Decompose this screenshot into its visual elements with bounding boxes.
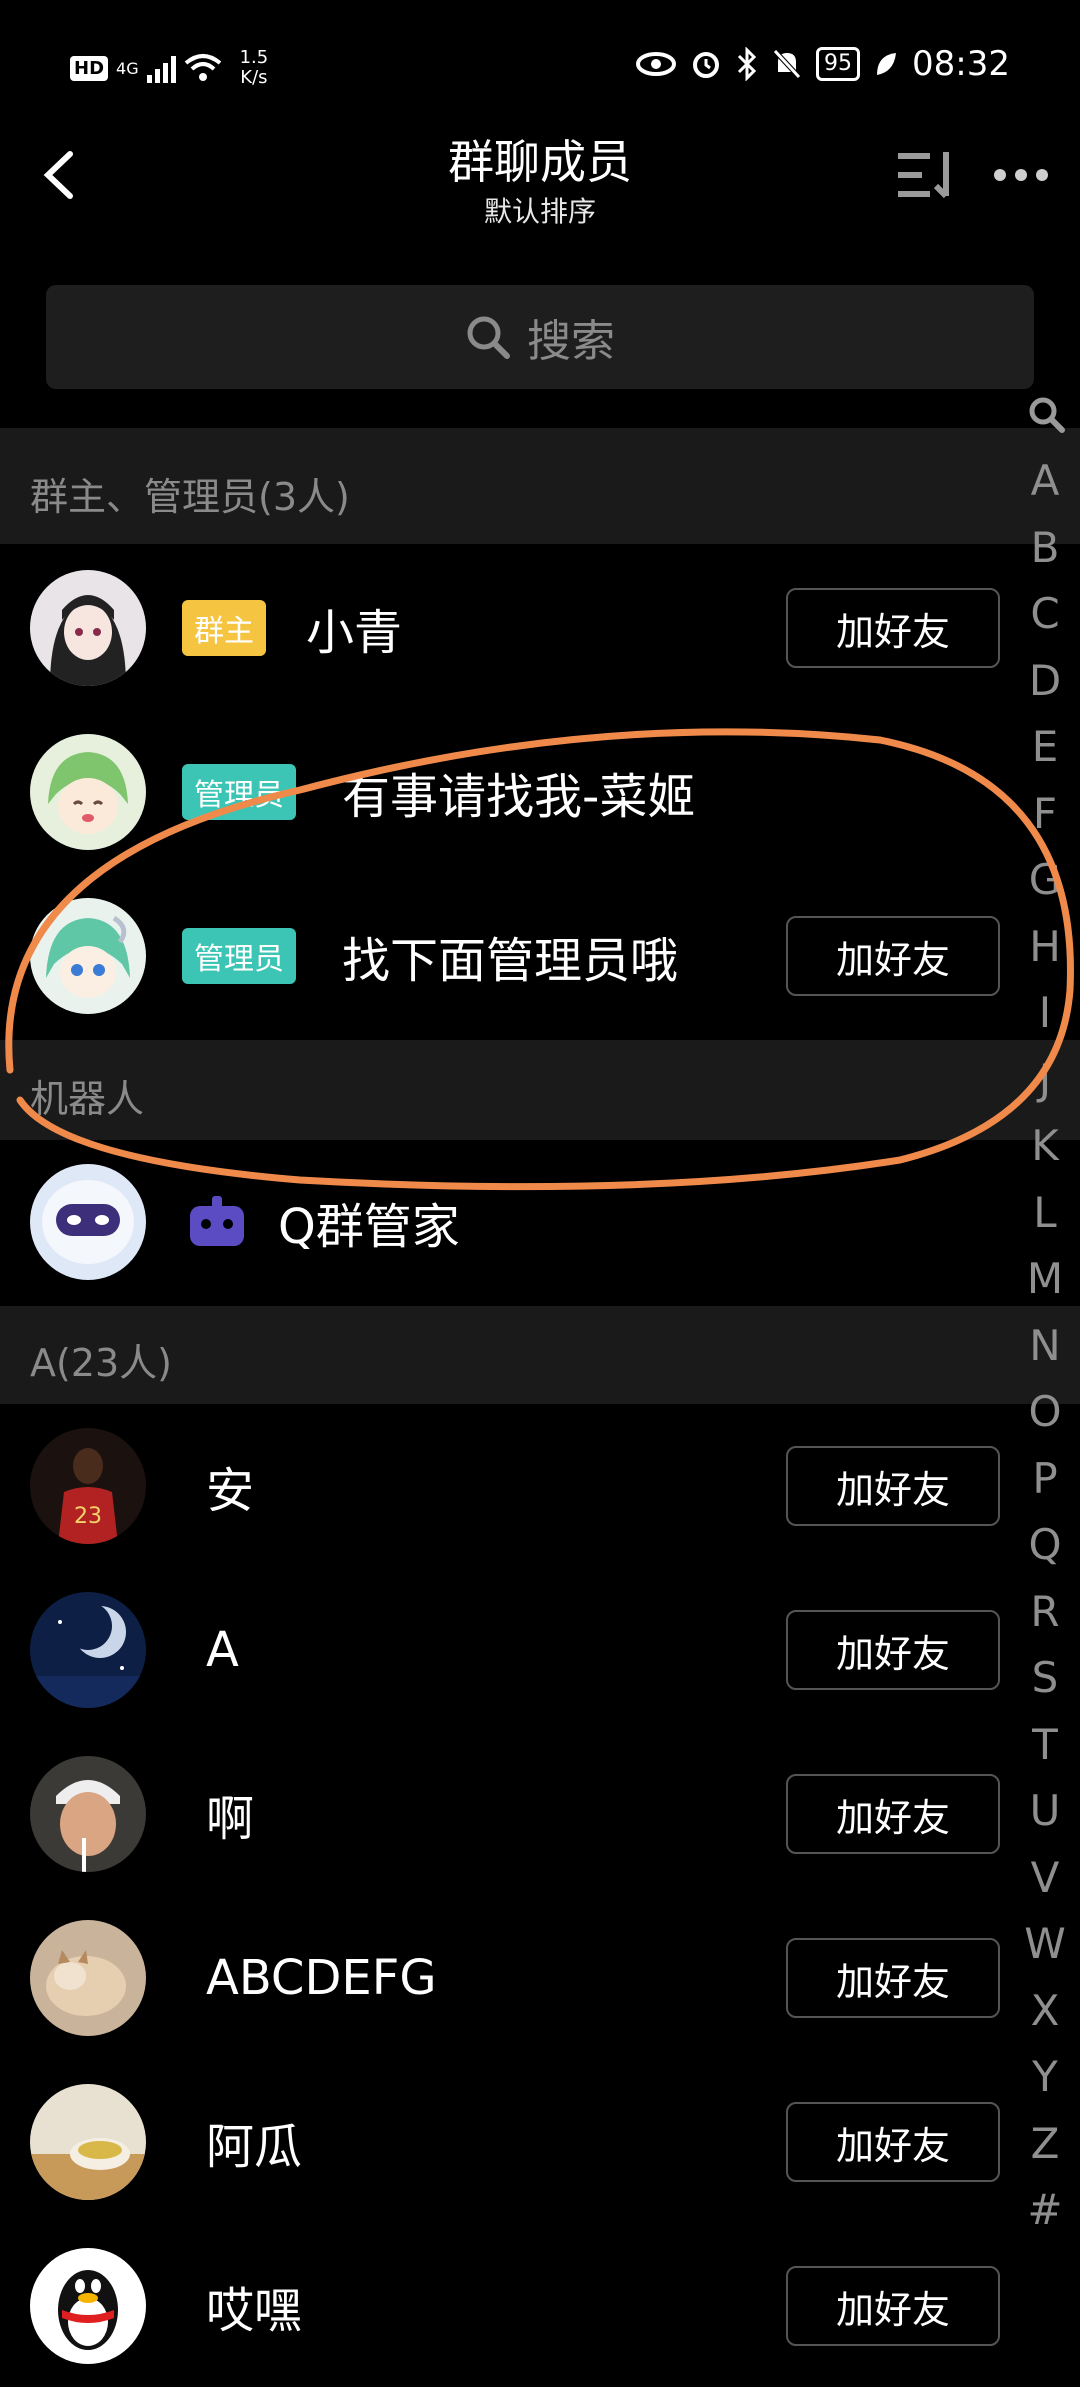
eye-icon: [636, 52, 677, 76]
index-letter[interactable]: C: [1010, 589, 1080, 638]
more-button[interactable]: [992, 160, 1050, 190]
member-row-admin[interactable]: 管理员 有事请找我-菜姬: [0, 712, 1010, 872]
section-header-a: A(23人): [0, 1306, 1080, 1404]
index-letter[interactable]: E: [1010, 722, 1080, 771]
index-letter[interactable]: Z: [1010, 2119, 1080, 2168]
index-search-icon[interactable]: [1026, 394, 1066, 434]
member-row-admin[interactable]: 管理员 找下面管理员哦 加好友: [0, 876, 1010, 1036]
index-letter[interactable]: O: [1010, 1387, 1080, 1436]
add-friend-button[interactable]: 加好友: [786, 916, 1000, 996]
avatar: [30, 898, 146, 1014]
avatar: [30, 570, 146, 686]
index-letter[interactable]: U: [1010, 1786, 1080, 1835]
index-letter[interactable]: K: [1010, 1121, 1080, 1170]
avatar: [30, 2084, 146, 2200]
avatar: [30, 1920, 146, 2036]
member-name: A: [206, 1622, 239, 1678]
add-friend-button[interactable]: 加好友: [786, 1774, 1000, 1854]
add-friend-button[interactable]: 加好友: [786, 588, 1000, 668]
index-letter[interactable]: Y: [1010, 2052, 1080, 2101]
network-speed: 1.5 K/s: [239, 47, 269, 88]
alarm-icon: [693, 52, 720, 78]
svg-text:23: 23: [74, 1504, 102, 1529]
index-letter[interactable]: W: [1010, 1919, 1080, 1968]
index-letter[interactable]: F: [1010, 789, 1080, 838]
add-friend-button[interactable]: 加好友: [786, 1610, 1000, 1690]
search-input[interactable]: 搜索: [46, 285, 1034, 389]
index-letter[interactable]: H: [1010, 922, 1080, 971]
index-letter[interactable]: #: [1010, 2185, 1080, 2234]
index-letter[interactable]: Q: [1010, 1520, 1080, 1569]
section-header-admins: 群主、管理员(3人): [0, 428, 1080, 544]
robot-icon: [190, 1196, 244, 1246]
member-name: 找下面管理员哦: [342, 933, 679, 989]
avatar: [30, 734, 146, 850]
list-item[interactable]: A 加好友: [0, 1570, 1010, 1730]
index-letter[interactable]: P: [1010, 1454, 1080, 1503]
status-bar: HD 4G 1.5 K/s 95 08:32: [0, 0, 1080, 130]
list-item[interactable]: 啊 加好友: [0, 1734, 1010, 1894]
more-icon: [994, 169, 1048, 181]
list-item[interactable]: 阿瓜 加好友: [0, 2062, 1010, 2222]
add-friend-button[interactable]: 加好友: [786, 1446, 1000, 1526]
section-header-bots: 机器人: [0, 1040, 1080, 1140]
index-letter[interactable]: G: [1010, 855, 1080, 904]
index-letter[interactable]: R: [1010, 1587, 1080, 1636]
index-letter[interactable]: A: [1010, 456, 1080, 505]
index-letter[interactable]: S: [1010, 1653, 1080, 1702]
mute-icon: [773, 49, 801, 79]
index-letter[interactable]: B: [1010, 523, 1080, 572]
list-item[interactable]: 23 安 加好友: [0, 1406, 1010, 1566]
index-letter[interactable]: M: [1010, 1254, 1080, 1303]
avatar: [30, 1592, 146, 1708]
avatar: [30, 1164, 146, 1280]
hd-indicator: HD: [70, 55, 109, 81]
member-name: 啊: [206, 1791, 255, 1847]
add-friend-button[interactable]: 加好友: [786, 2266, 1000, 2346]
index-letter[interactable]: T: [1010, 1720, 1080, 1769]
add-friend-button[interactable]: 加好友: [786, 1938, 1000, 2018]
member-name: 有事请找我-菜姬: [342, 769, 696, 825]
avatar: 23: [30, 1428, 146, 1544]
member-name: ABCDEFG: [206, 1950, 437, 2006]
index-letter[interactable]: V: [1010, 1853, 1080, 1902]
search-icon: [467, 316, 510, 359]
index-letter[interactable]: N: [1010, 1321, 1080, 1370]
admin-badge: 管理员: [182, 928, 296, 984]
member-name: 安: [206, 1463, 255, 1519]
index-letter[interactable]: X: [1010, 1986, 1080, 2035]
list-item[interactable]: 哎嘿 加好友: [0, 2226, 1010, 2386]
member-row-bot[interactable]: Q群管家: [0, 1142, 1010, 1302]
list-item[interactable]: ABCDEFG 加好友: [0, 1898, 1010, 2058]
admin-badge: 管理员: [182, 764, 296, 820]
signal-icon: [146, 53, 176, 83]
bluetooth-icon: [737, 47, 757, 81]
avatar: [30, 1756, 146, 1872]
member-name: 小青: [306, 605, 403, 661]
sort-icon: [898, 152, 949, 199]
wifi-icon: [184, 54, 221, 81]
battery-indicator: 95: [816, 47, 861, 81]
index-letter[interactable]: D: [1010, 656, 1080, 705]
leaf-icon: [877, 53, 897, 75]
add-friend-button[interactable]: 加好友: [786, 2102, 1000, 2182]
owner-badge: 群主: [182, 600, 266, 656]
index-letter[interactable]: L: [1010, 1188, 1080, 1237]
clock: 08:32: [912, 44, 1010, 84]
sort-button[interactable]: [894, 148, 964, 202]
member-row-owner[interactable]: 群主 小青 加好友: [0, 548, 1010, 708]
avatar: [30, 2248, 146, 2364]
member-name: Q群管家: [278, 1199, 460, 1255]
index-letter[interactable]: J: [1010, 1055, 1080, 1104]
index-letter[interactable]: I: [1010, 988, 1080, 1037]
network-type: 4G: [116, 58, 139, 78]
member-name: 阿瓜: [206, 2119, 303, 2175]
search-placeholder: 搜索: [527, 316, 615, 367]
member-name: 哎嘿: [206, 2283, 303, 2339]
